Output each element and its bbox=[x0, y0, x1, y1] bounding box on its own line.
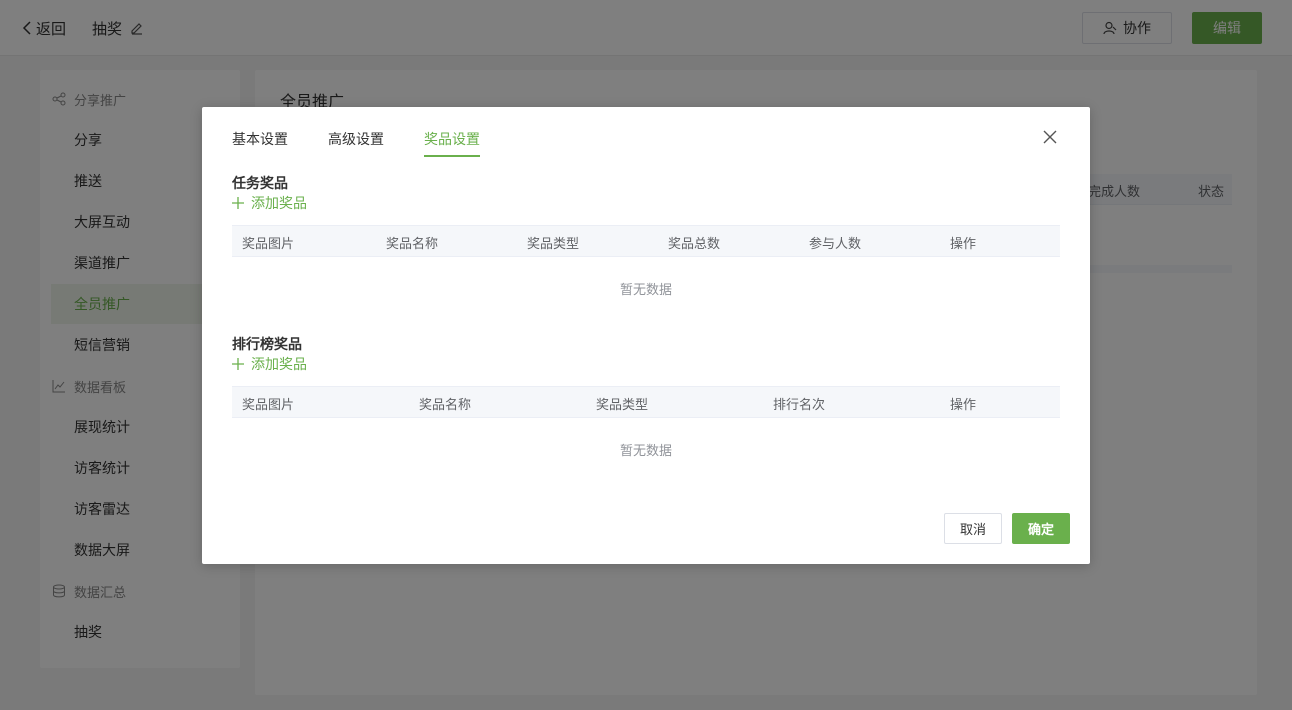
column-header: 参与人数 bbox=[809, 237, 862, 252]
column-header: 奖品类型 bbox=[527, 237, 580, 252]
add-prize-label: 添加奖品 bbox=[251, 357, 307, 373]
tab-prize-settings[interactable]: 奖品设置 bbox=[424, 129, 480, 157]
ranking-prizes-table: 奖品图片 奖品名称 奖品类型 排行名次 操作 暂无数据 bbox=[232, 386, 1060, 480]
confirm-button[interactable]: 确定 bbox=[1012, 513, 1070, 544]
task-prizes-table: 奖品图片 奖品名称 奖品类型 奖品总数 参与人数 操作 暂无数据 bbox=[232, 225, 1060, 319]
ranking-prizes-title: 排行榜奖品 bbox=[232, 337, 302, 353]
column-header: 排行名次 bbox=[773, 398, 826, 413]
column-header: 奖品图片 bbox=[242, 237, 295, 252]
task-prizes-title: 任务奖品 bbox=[232, 176, 288, 192]
tab-advanced-settings[interactable]: 高级设置 bbox=[328, 129, 384, 157]
table-header: 奖品图片 奖品名称 奖品类型 排行名次 操作 bbox=[232, 386, 1060, 418]
close-icon[interactable] bbox=[1042, 129, 1058, 145]
column-header: 奖品类型 bbox=[596, 398, 649, 413]
plus-icon bbox=[232, 358, 244, 370]
empty-state-text: 暂无数据 bbox=[619, 443, 672, 459]
empty-state-text: 暂无数据 bbox=[619, 282, 672, 298]
column-header: 操作 bbox=[950, 398, 977, 413]
column-header: 奖品图片 bbox=[242, 398, 295, 413]
plus-icon bbox=[232, 197, 244, 209]
tab-basic-settings[interactable]: 基本设置 bbox=[232, 129, 288, 157]
column-header: 奖品名称 bbox=[386, 237, 439, 252]
column-header: 操作 bbox=[950, 237, 977, 252]
prize-settings-dialog: 基本设置 高级设置 奖品设置 任务奖品 添加奖品 奖品图片 奖品名称 奖品类型 … bbox=[202, 107, 1090, 564]
table-header: 奖品图片 奖品名称 奖品类型 奖品总数 参与人数 操作 bbox=[232, 225, 1060, 257]
add-ranking-prize-button[interactable]: 添加奖品 bbox=[232, 354, 307, 374]
column-header: 奖品名称 bbox=[419, 398, 472, 413]
column-header: 奖品总数 bbox=[668, 237, 721, 252]
cancel-button[interactable]: 取消 bbox=[944, 513, 1002, 544]
add-prize-label: 添加奖品 bbox=[251, 196, 307, 212]
add-task-prize-button[interactable]: 添加奖品 bbox=[232, 193, 307, 213]
app: 返回 抽奖 协作 编辑 分享推广 分享 推送 大屏互动 渠道推广 全员推广 短信… bbox=[0, 0, 1292, 710]
